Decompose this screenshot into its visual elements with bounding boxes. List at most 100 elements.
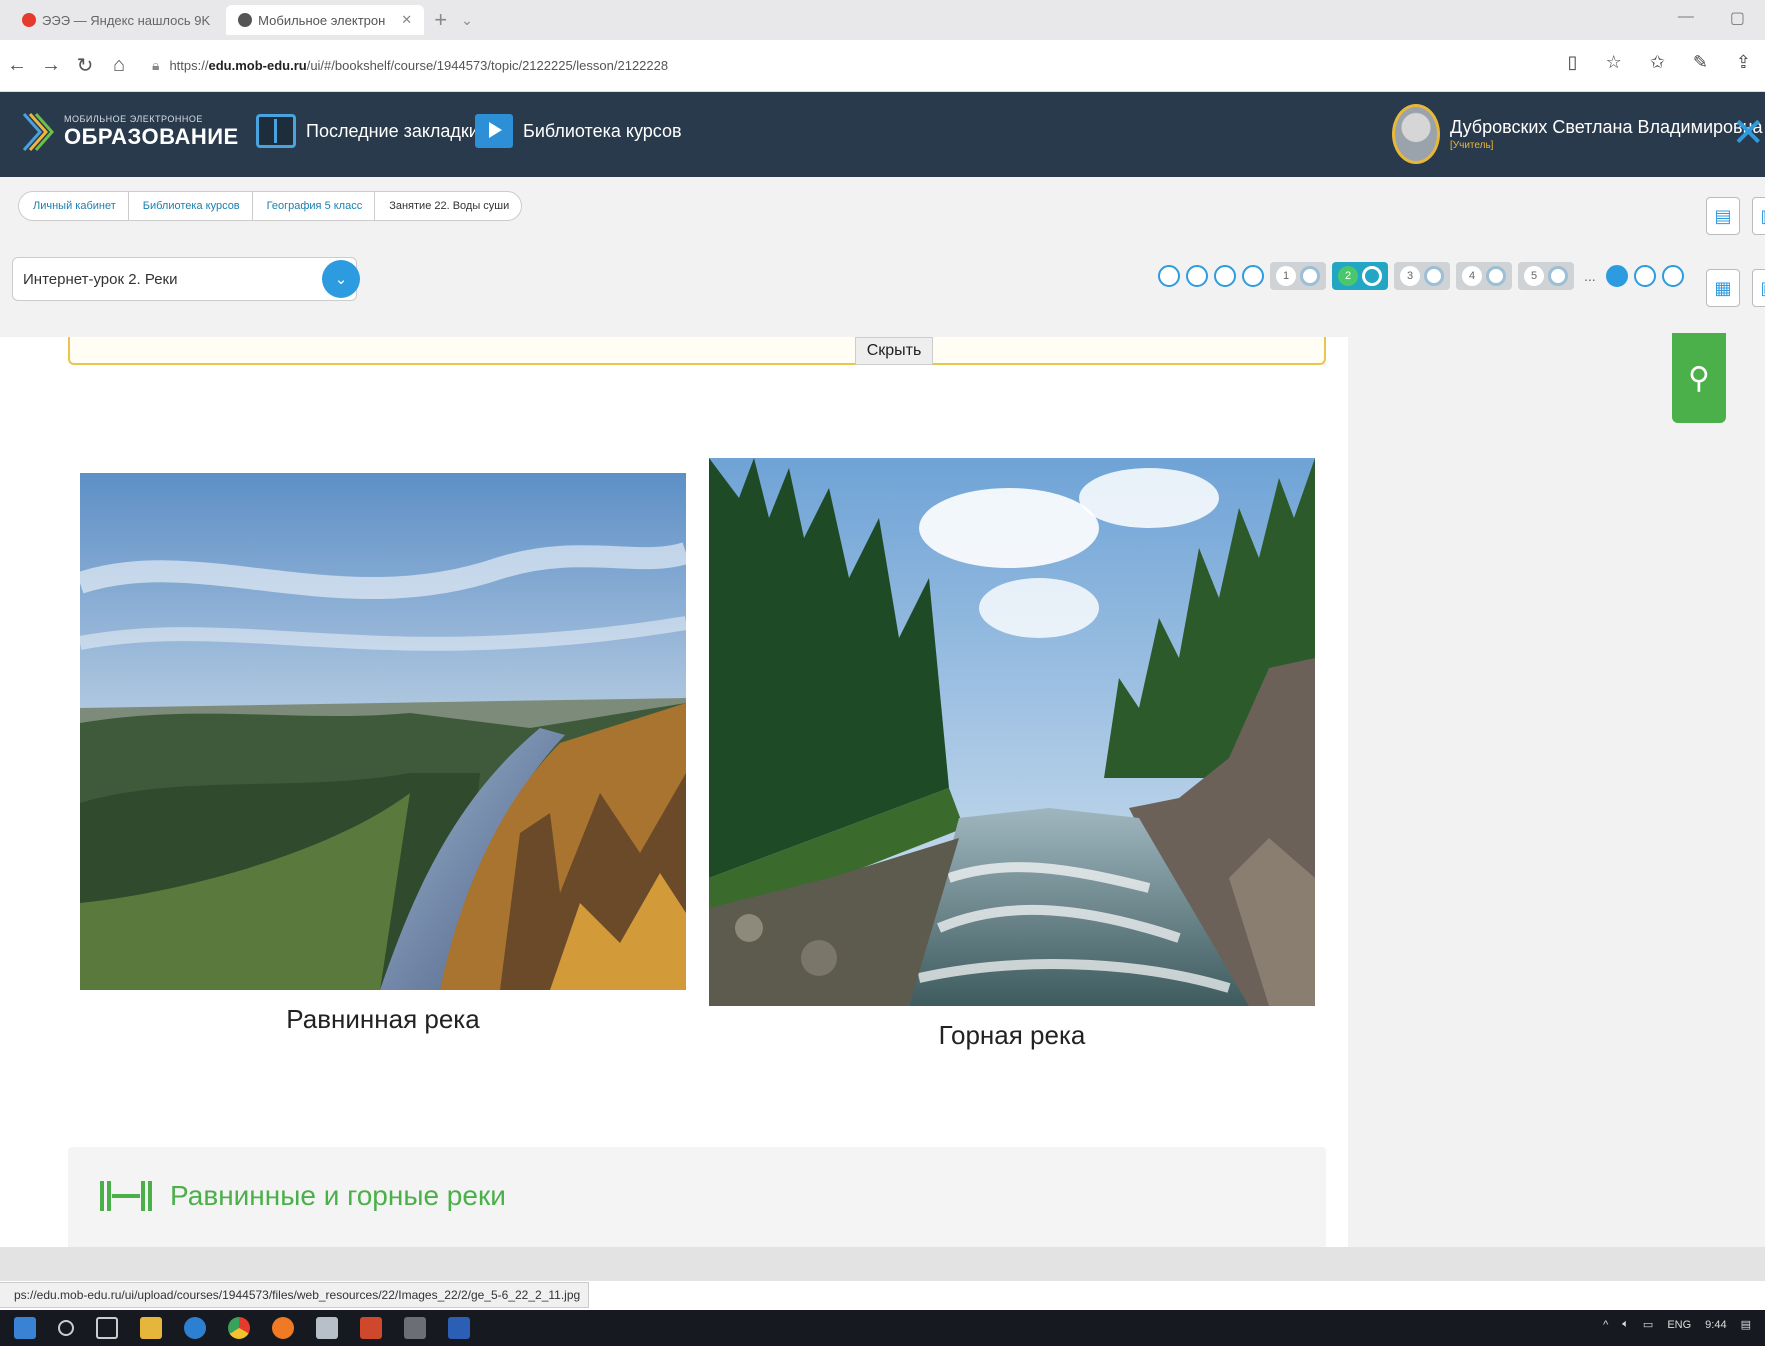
address-bar-actions: ▯ ☆ ✩ ✎ ⇪ — [1568, 52, 1751, 73]
page-button-2[interactable]: 2 — [1332, 262, 1388, 290]
lesson-select[interactable]: Интернет-урок 2. Реки ⌄ — [12, 257, 360, 301]
tab-list-chevron-icon[interactable]: ⌄ — [461, 12, 473, 29]
firefox-icon[interactable] — [272, 1317, 294, 1339]
recent-bookmarks-label: Последние закладки — [306, 120, 479, 141]
url-field[interactable]: 🔒︎ https://edu.mob-edu.ru/ui/#/bookshelf… — [152, 49, 1482, 83]
next-page-icon[interactable] — [1633, 265, 1656, 287]
page-button-4[interactable]: 4 — [1456, 262, 1512, 290]
page-button-1[interactable]: 1 — [1270, 262, 1326, 290]
section-header: Равнинные и горные реки — [100, 1180, 506, 1212]
play-icon[interactable] — [1214, 265, 1236, 287]
page-button-3[interactable]: 3 — [1394, 262, 1450, 290]
plain-river-image — [80, 473, 686, 990]
url-text: https://edu.mob-edu.ru/ui/#/bookshelf/co… — [169, 58, 669, 73]
calculator-icon[interactable] — [404, 1317, 426, 1339]
pen-icon[interactable]: ✎ — [1693, 52, 1708, 73]
page-status-icon — [1548, 266, 1568, 286]
comparison-icon — [100, 1181, 152, 1211]
course-library-link[interactable]: Библиотека курсов — [475, 114, 682, 148]
plain-river-illustration — [80, 473, 686, 990]
calendar-icon[interactable]: ▦ — [1706, 269, 1740, 307]
system-tray: ^ 🔈︎ ▭ ENG 9:44 ▤ — [1603, 1318, 1751, 1331]
first-page-icon[interactable] — [1158, 265, 1180, 287]
lesson-pager: 1 2 3 4 5 ... — [1158, 262, 1684, 290]
chevron-down-icon[interactable]: ⌄ — [322, 260, 360, 298]
windows-start-icon[interactable] — [14, 1317, 36, 1339]
tray-chevron-icon[interactable]: ^ — [1603, 1319, 1608, 1331]
lesson-toolbar: Личный кабинет Библиотека курсов Географ… — [0, 177, 1765, 337]
home-icon[interactable]: ⌂ — [102, 54, 136, 77]
edge-browser-icon[interactable] — [184, 1317, 206, 1339]
avatar — [1392, 104, 1440, 164]
windows-taskbar: ^ 🔈︎ ▭ ENG 9:44 ▤ — [0, 1310, 1765, 1346]
keyboard-language[interactable]: ENG — [1667, 1319, 1691, 1331]
tab-label: Мобильное электрон — [258, 12, 386, 28]
share-icon[interactable]: ⇪ — [1736, 52, 1751, 73]
file-explorer-icon[interactable] — [140, 1317, 162, 1339]
course-library-label: Библиотека курсов — [523, 120, 682, 141]
lesson-select-value: Интернет-урок 2. Реки — [23, 270, 178, 288]
address-bar: ← → ↻ ⌂ 🔒︎ https://edu.mob-edu.ru/ui/#/b… — [0, 40, 1765, 92]
store-icon[interactable] — [316, 1317, 338, 1339]
video-play-icon — [475, 114, 513, 148]
new-tab-button[interactable]: + — [434, 7, 447, 33]
page-button-5[interactable]: 5 — [1518, 262, 1574, 290]
hint-box — [68, 337, 1326, 365]
logo-subtitle: МОБИЛЬНОЕ ЭЛЕКТРОННОЕ — [64, 114, 203, 124]
mountain-river-caption: Горная река — [938, 1020, 1086, 1050]
logo-title: ОБРАЗОВАНИЕ — [64, 124, 239, 149]
page-status-icon — [1424, 266, 1444, 286]
recent-bookmarks-link[interactable]: Последние закладки — [256, 114, 479, 148]
plain-river-caption: Равнинная река — [286, 1004, 480, 1034]
notifications-icon[interactable]: ▤ — [1741, 1318, 1751, 1331]
favorites-icon[interactable]: ✩ — [1650, 52, 1665, 73]
chrome-icon[interactable] — [228, 1317, 250, 1339]
search-icon[interactable] — [58, 1320, 74, 1336]
mountain-river-illustration — [709, 458, 1315, 1006]
volume-icon[interactable]: 🔈︎ — [1622, 1318, 1629, 1331]
word-icon[interactable] — [448, 1317, 470, 1339]
prev-page-icon[interactable] — [1186, 265, 1208, 287]
minimize-icon[interactable]: — — [1678, 8, 1694, 28]
breadcrumb-item[interactable]: Занятие 22. Воды суши — [375, 192, 521, 220]
edit-icon[interactable] — [1242, 265, 1264, 287]
site-logo[interactable]: МОБИЛЬНОЕ ЭЛЕКТРОННОЕ ОБРАЗОВАНИЕ — [22, 106, 239, 158]
tab-label: ЭЭЭ — Яндекс нашлось 9K — [42, 12, 211, 28]
reload-icon[interactable]: ↻ — [68, 53, 102, 78]
maximize-icon[interactable]: ▢ — [1730, 8, 1745, 28]
user-profile[interactable]: Дубровских Светлана Владимировна [Учител… — [1392, 104, 1763, 164]
side-tools: ▤ ▥ ▦ ▣ — [1706, 197, 1765, 307]
close-tab-icon[interactable]: ✕ — [401, 12, 412, 28]
browser-tab-mob-edu[interactable]: Мобильное электрон ✕ — [226, 5, 425, 35]
pager-ellipsis[interactable]: ... — [1584, 268, 1596, 284]
page-status-icon — [1486, 266, 1506, 286]
forward-icon[interactable]: → — [34, 54, 68, 77]
page-status-icon — [1300, 266, 1320, 286]
breadcrumb-item[interactable]: География 5 класс — [253, 192, 376, 220]
document-icon[interactable]: ▥ — [1752, 197, 1765, 235]
hide-button[interactable]: Скрыть — [855, 337, 933, 365]
lock-icon: 🔒︎ — [152, 57, 160, 73]
right-panel — [1348, 337, 1765, 1247]
presentation-icon[interactable]: ▣ — [1752, 269, 1765, 307]
bookmark-star-icon[interactable]: ☆ — [1606, 52, 1622, 73]
page-status-icon — [1362, 266, 1382, 286]
browser-tab-bar: ЭЭЭ — Яндекс нашлось 9K Мобильное электр… — [0, 0, 1765, 40]
reader-mode-icon[interactable]: ▯ — [1568, 52, 1578, 73]
breadcrumb-item[interactable]: Библиотека курсов — [129, 192, 253, 220]
network-icon[interactable]: ▭ — [1643, 1318, 1653, 1331]
mountain-river-image — [709, 458, 1315, 1006]
browser-tab-yandex[interactable]: ЭЭЭ — Яндекс нашлось 9K — [10, 5, 222, 35]
close-icon[interactable]: ✕ — [1731, 110, 1765, 156]
last-page-icon[interactable] — [1661, 265, 1684, 287]
key-icon[interactable]: ⚲ — [1672, 333, 1726, 423]
clock[interactable]: 9:44 — [1705, 1319, 1726, 1331]
notes-icon[interactable]: ▤ — [1706, 197, 1740, 235]
powerpoint-icon[interactable] — [360, 1317, 382, 1339]
breadcrumb-item[interactable]: Личный кабинет — [19, 192, 129, 220]
user-role: [Учитель] — [1450, 140, 1494, 151]
back-icon[interactable]: ← — [0, 54, 34, 77]
task-view-icon[interactable] — [96, 1317, 118, 1339]
page-indicator-icon[interactable] — [1605, 265, 1628, 287]
logo-mark-icon — [22, 113, 55, 151]
